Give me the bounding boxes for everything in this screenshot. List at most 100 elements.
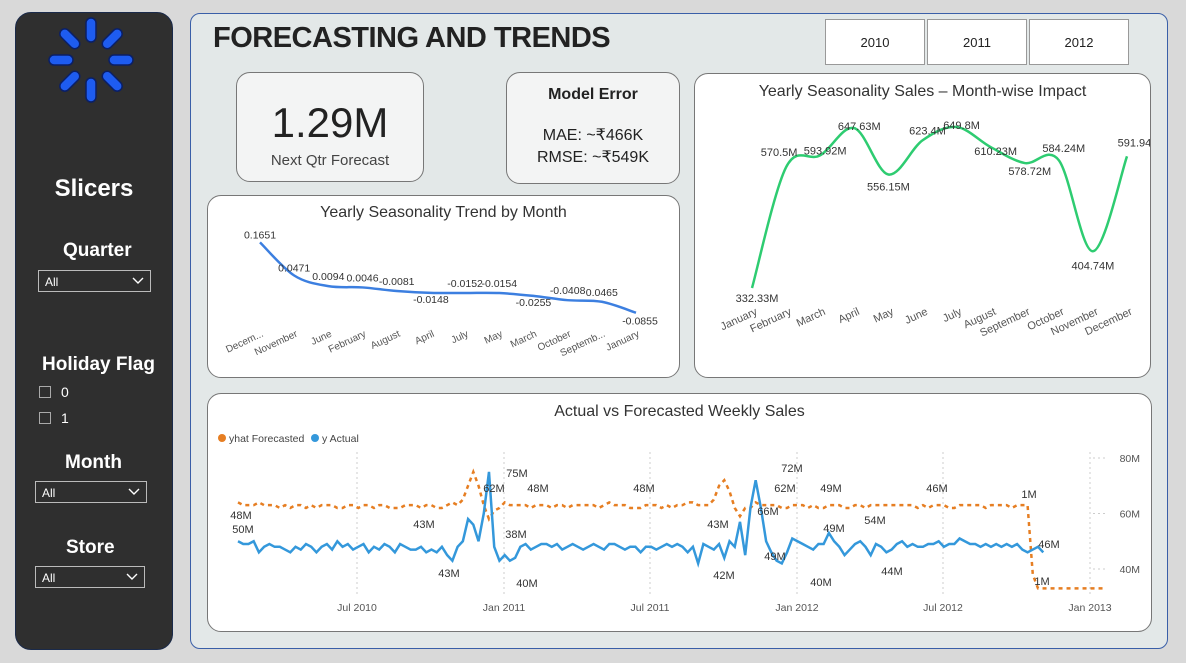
data-label: 0.0471 [278, 263, 310, 275]
model-error-title: Model Error [548, 86, 638, 103]
forecast-data-label: 46M [926, 483, 947, 495]
data-label: 647.63M [838, 121, 881, 133]
data-label: 332.33M [736, 293, 779, 305]
holiday-option-0[interactable]: 0 [39, 384, 69, 400]
kpi-label: Next Qtr Forecast [270, 152, 390, 169]
chevron-down-icon [128, 488, 140, 495]
x-tick-label: Jul 2010 [337, 602, 377, 614]
actual-data-label: 75M [506, 468, 527, 480]
data-label: 593.92M [804, 145, 847, 157]
logo-spoke [101, 70, 123, 92]
quarter-value: All [45, 275, 59, 289]
x-tick-label: July [941, 306, 964, 325]
data-label: 584.24M [1042, 143, 1085, 155]
y-tick-label: 80M [1120, 453, 1140, 465]
holiday-option-label: 0 [61, 384, 69, 400]
logo-spoke [108, 54, 134, 66]
data-label: -0.0081 [379, 276, 415, 288]
quarter-dropdown[interactable]: All [38, 270, 151, 292]
data-label: -0.0152 [447, 278, 483, 290]
x-tick-label: April [413, 329, 436, 347]
actual-data-label: 50M [232, 524, 253, 536]
x-tick-label: March [795, 306, 828, 330]
store-label: Store [66, 537, 115, 558]
x-tick-label: February [327, 329, 368, 356]
model-error-card: Model Error MAE: ~₹466K RMSE: ~₹549K [506, 72, 680, 184]
year-button-2011[interactable]: 2011 [927, 19, 1027, 65]
checkbox[interactable] [39, 412, 51, 424]
data-label: 556.15M [867, 181, 910, 193]
logo-spoke [85, 17, 97, 43]
year-button-2010[interactable]: 2010 [825, 19, 925, 65]
checkbox[interactable] [39, 386, 51, 398]
logo-spoke [101, 28, 123, 50]
forecast-data-label: 66M [757, 506, 778, 518]
x-tick-label: Jan 2013 [1068, 602, 1111, 614]
mae-value: MAE: ~₹466K [542, 127, 644, 144]
slicer-panel: Slicers Quarter All Holiday Flag 0 1 Mon… [15, 12, 173, 650]
monthwise-impact-card: Yearly Seasonality Sales – Month-wise Im… [694, 73, 1151, 378]
month-dropdown[interactable]: All [35, 481, 147, 503]
x-tick-label: Jan 2012 [775, 602, 818, 614]
forecast-data-label: 62M [483, 483, 504, 495]
forecast-data-label: 62M [774, 483, 795, 495]
x-tick-label: August [369, 329, 402, 352]
x-tick-label: April [837, 306, 862, 326]
data-label: 0.0465 [586, 287, 618, 299]
actual-data-label: 38M [505, 529, 526, 541]
y-tick-label: 40M [1120, 564, 1140, 576]
actual-vs-forecast-card: Actual vs Forecasted Weekly Sales yhat F… [207, 393, 1152, 632]
loading-logo-icon [48, 17, 134, 103]
forecast-data-label: 48M [527, 483, 548, 495]
forecast-data-label: 1M [1034, 576, 1049, 588]
kpi-card: 1.29M Next Qtr Forecast [236, 72, 424, 182]
forecast-data-label: 48M [230, 510, 251, 522]
seasonality-trend-chart: 0.1651 0.04710.0094 0.0046 -0.0081 -0.0148 -0… [224, 229, 658, 359]
holiday-option-label: 1 [61, 410, 69, 426]
actual-data-label: 46M [1038, 539, 1059, 551]
legend-label: yhat Forecasted [229, 433, 304, 445]
year-button-2012[interactable]: 2012 [1029, 19, 1129, 65]
data-label: -0.0255 [516, 297, 552, 309]
data-label: 578.72M [1008, 166, 1051, 178]
data-label: 0.1651 [244, 229, 276, 241]
actual-data-label: 72M [781, 463, 802, 475]
chevron-down-icon [132, 277, 144, 284]
quarter-label: Quarter [63, 240, 132, 261]
forecast-data-label: 49M [823, 523, 844, 535]
slicers-title: Slicers [54, 175, 134, 202]
kpi-value: 1.29M [271, 99, 389, 146]
forecast-data-label: 43M [707, 519, 728, 531]
forecast-data-label: 1M [1021, 489, 1036, 501]
data-label: -0.0855 [622, 316, 658, 328]
store-value: All [42, 571, 56, 585]
holiday-flag-label: Holiday Flag [42, 354, 155, 375]
data-label: 649.8M [943, 120, 980, 132]
legend-marker-actual [311, 434, 319, 442]
actual-data-label: 49M [764, 551, 785, 563]
data-label: 0.0046 [346, 272, 378, 284]
rmse-value: RMSE: ~₹549K [536, 149, 649, 166]
x-tick-label: June [903, 306, 930, 327]
forecast-series-line [237, 468, 1106, 590]
legend-label: y Actual [322, 433, 359, 445]
y-tick-label: 60M [1120, 509, 1140, 521]
forecast-data-label: 43M [413, 519, 434, 531]
x-tick-label: January [604, 329, 641, 354]
month-value: All [42, 486, 56, 500]
actual-data-label: 40M [516, 578, 537, 590]
logo-spoke [85, 77, 97, 103]
holiday-option-1[interactable]: 1 [39, 410, 69, 426]
store-dropdown[interactable]: All [35, 566, 145, 588]
data-label: 610.23M [974, 146, 1017, 158]
data-label: -0.0148 [413, 294, 449, 306]
x-tick-label: Jul 2012 [923, 602, 963, 614]
data-label: -0.0408 [550, 285, 586, 297]
x-tick-label: Jul 2011 [631, 602, 670, 614]
forecast-data-label: 49M [820, 483, 841, 495]
monthwise-impact-chart: 332.33M 570.5M 593.92M 647.63M 556.15M 623.4M… [719, 120, 1150, 339]
x-tick-label: July [450, 329, 471, 346]
page-title: FORECASTING AND TRENDS [213, 22, 611, 54]
actual-data-label: 54M [864, 515, 885, 527]
data-label: 591.94M [1118, 137, 1150, 149]
